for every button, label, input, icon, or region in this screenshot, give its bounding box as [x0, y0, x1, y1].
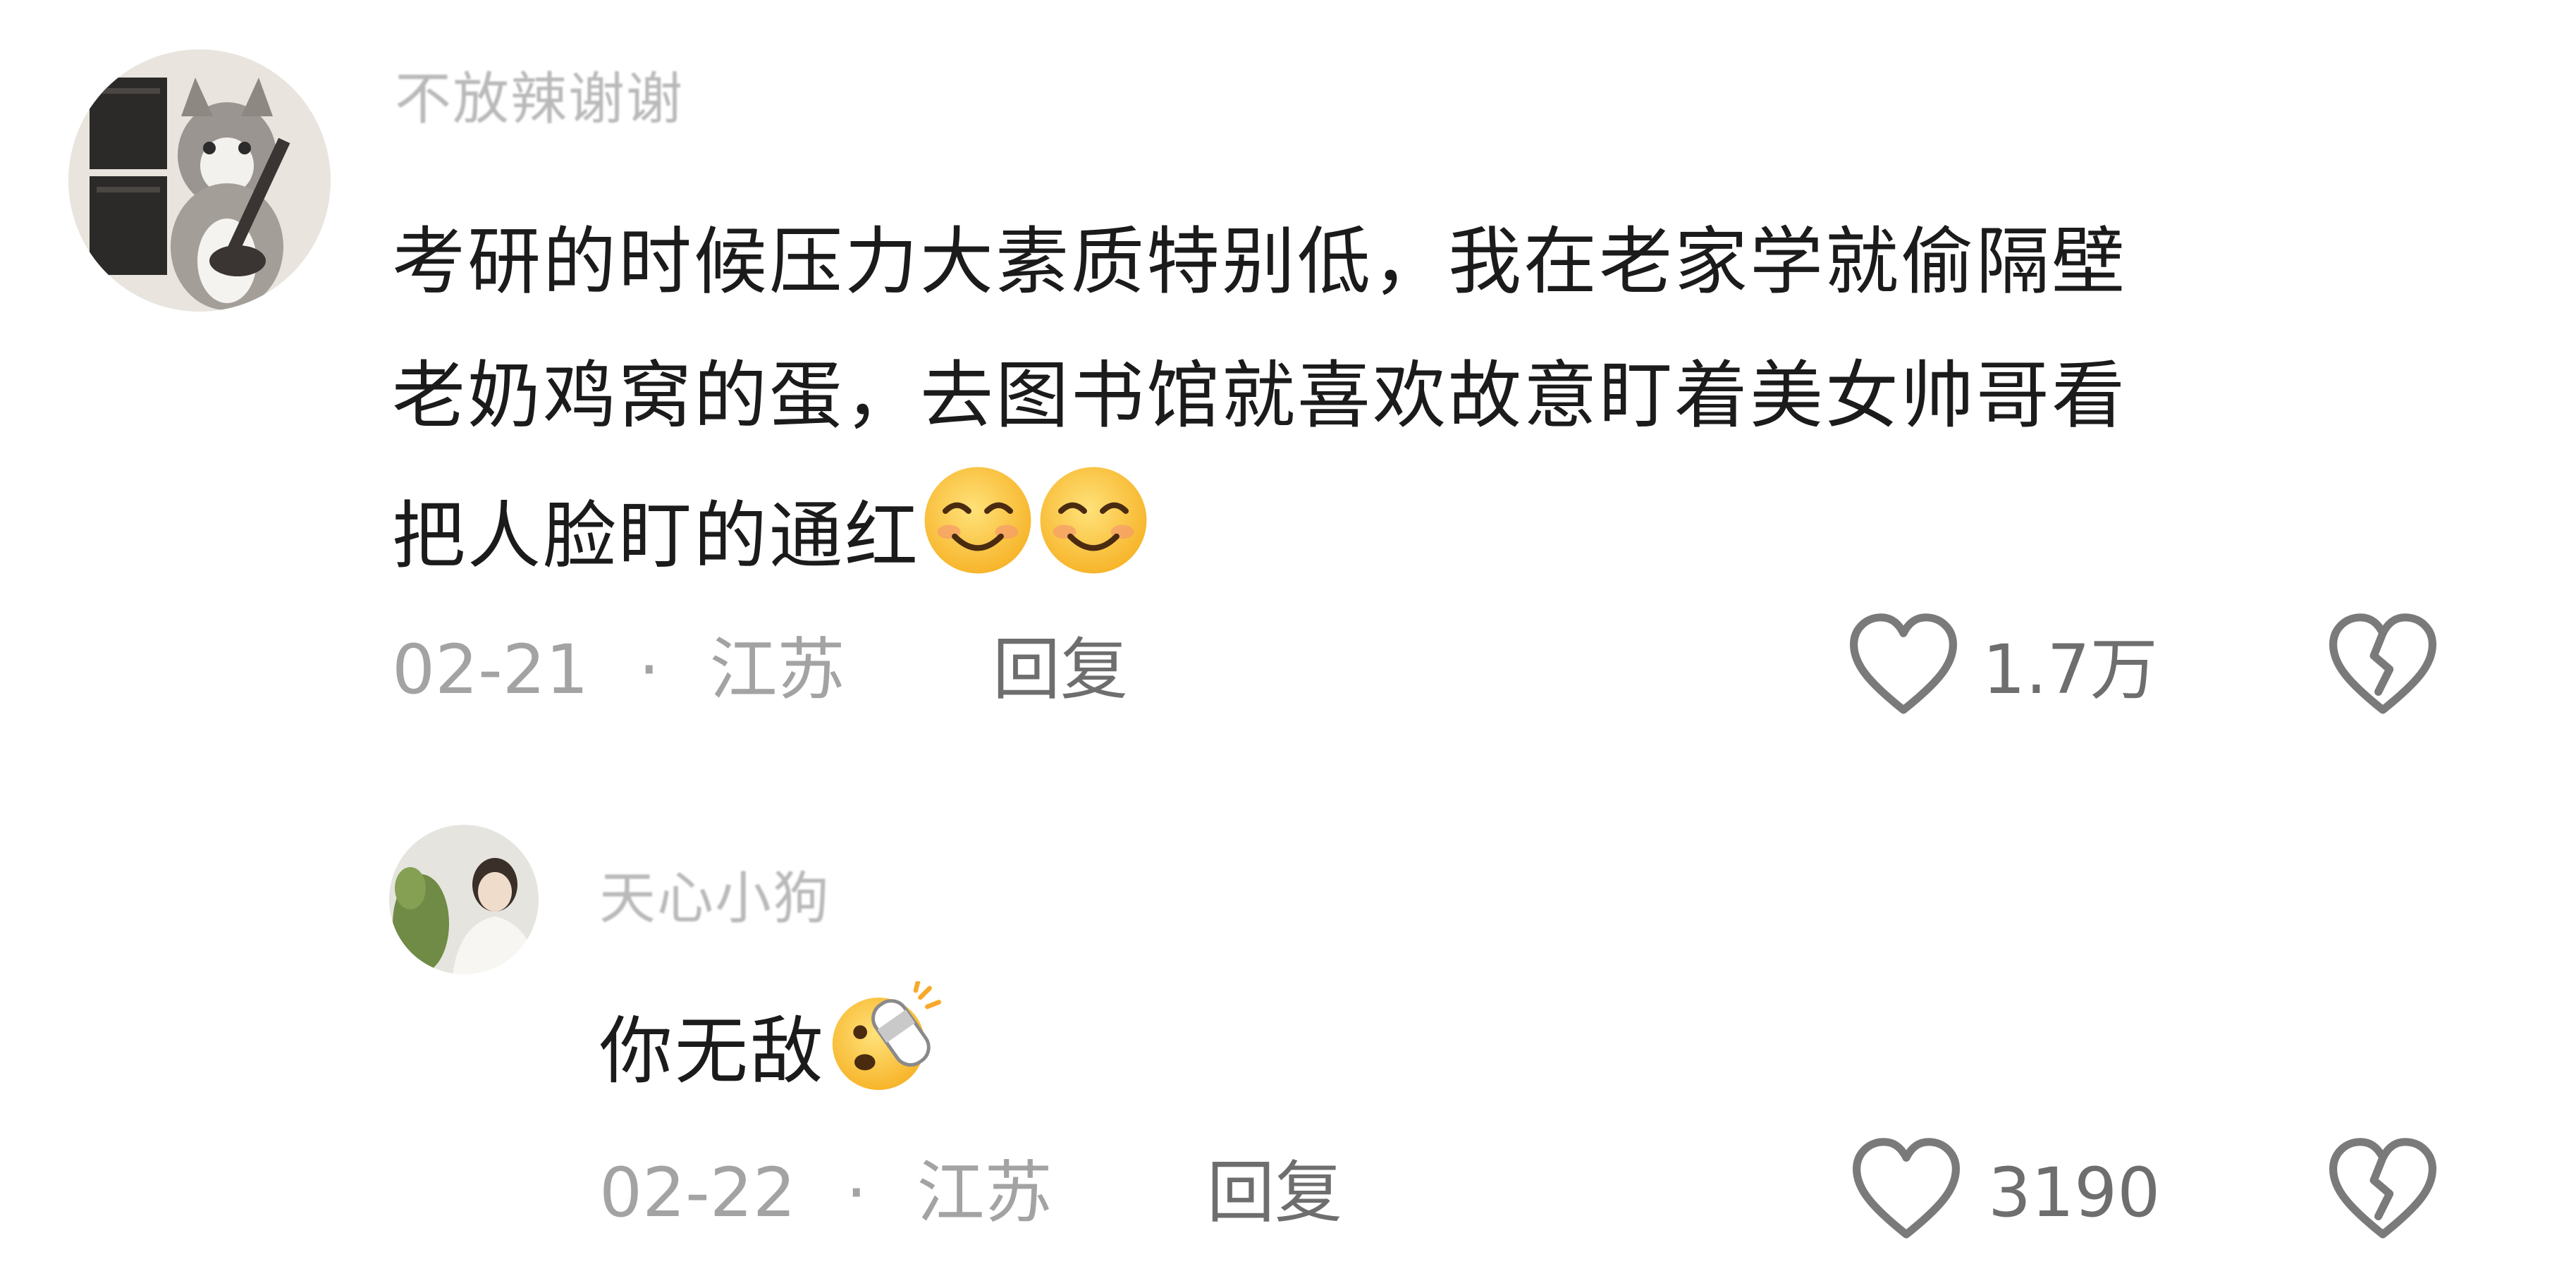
like-count: 1.7万 [1982, 630, 2158, 709]
smiling-blush-emoji [920, 462, 1036, 620]
comment-thread: 不放辣谢谢 考研的时候压力大素质特别低，我在老家学就偷隔壁 老奶鸡窝的蛋，去图书… [0, 0, 2576, 1264]
smiling-blush-emoji [1036, 462, 1151, 620]
meta-separator: · [638, 630, 660, 709]
comment-text-fragment: 你无敌 [599, 1007, 826, 1094]
heart-outline-icon[interactable] [1850, 1135, 1963, 1244]
comment-date: 02-21 [392, 630, 589, 709]
heart-outline-icon[interactable] [1847, 610, 1960, 719]
comment-text: 你无敌 [599, 978, 942, 1131]
comment-meta: 02-22 · 江苏 [599, 1151, 1053, 1235]
avatar[interactable] [68, 49, 331, 312]
avatar[interactable] [389, 825, 539, 974]
meta-separator: · [845, 1153, 867, 1232]
broken-heart-icon[interactable] [2326, 610, 2439, 719]
username[interactable]: 天心小狗 [599, 860, 830, 938]
comment-location: 江苏 [709, 630, 845, 709]
comment-text-line: 考研的时候压力大素质特别低，我在老家学就偷隔壁 [392, 219, 2128, 305]
broken-heart-icon[interactable] [2326, 1135, 2439, 1244]
reply-button[interactable]: 回复 [1207, 1151, 1342, 1235]
comment-location: 江苏 [916, 1153, 1053, 1232]
comment-text-line: 把人脸盯的通红 [392, 462, 2127, 620]
username[interactable]: 不放辣谢谢 [395, 61, 684, 138]
comment-meta: 02-21 · 江苏 [392, 627, 845, 712]
slipper-slap-emoji [826, 978, 942, 1131]
like-count: 3190 [1988, 1153, 2161, 1232]
comment-date: 02-22 [599, 1153, 796, 1232]
comment-text: 考研的时候压力大素质特别低，我在老家学就偷隔壁 老奶鸡窝的蛋，去图书馆就喜欢故意… [392, 195, 2127, 620]
comment-text-line: 老奶鸡窝的蛋，去图书馆就喜欢故意盯着美女帅哥看 [392, 352, 2128, 438]
reply-button[interactable]: 回复 [993, 627, 1128, 712]
comment-text-fragment: 把人脸盯的通红 [392, 492, 921, 579]
